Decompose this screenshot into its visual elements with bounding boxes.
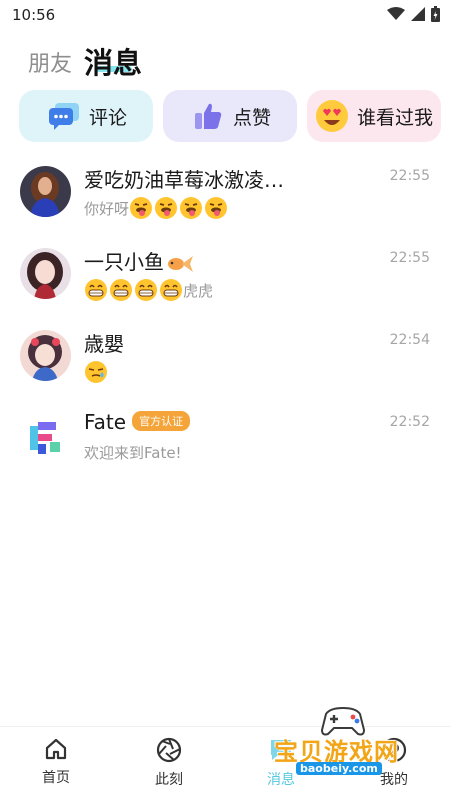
message-time: 22:54 — [389, 332, 430, 348]
like-label: 点赞 — [233, 106, 272, 129]
list-item[interactable]: 爱吃奶油草莓冰激凌… 22:55 你好呀 — [0, 154, 450, 236]
emoji-row — [84, 360, 108, 384]
thumbs-up-icon — [191, 99, 225, 133]
verified-badge: 官方认证 — [132, 410, 191, 431]
who-viewed-me-button[interactable]: 谁看过我 — [307, 90, 441, 142]
battery-icon — [431, 6, 440, 22]
like-button[interactable]: 点赞 — [163, 90, 297, 142]
who-viewed-me-label: 谁看过我 — [357, 106, 434, 129]
avatar[interactable] — [20, 330, 71, 381]
watermark: 宝贝游戏网 baobeiy.com — [270, 700, 420, 790]
wifi-icon — [387, 7, 405, 20]
header: 朋友 消息 — [0, 36, 450, 86]
nav-moment[interactable]: 此刻 — [139, 737, 199, 789]
nav-home-label: 首页 — [42, 770, 70, 786]
contact-name: 歳嬰 — [84, 332, 124, 356]
list-item[interactable]: Fate 官方认证 22:52 欢迎来到Fate! — [0, 400, 450, 482]
list-item[interactable]: 一只小鱼 22:55 虎虎 — [0, 236, 450, 318]
tongue-emoji-icon — [180, 197, 203, 219]
message-time: 22:55 — [389, 168, 430, 184]
status-time: 10:56 — [12, 6, 56, 24]
grin-emoji-icon — [110, 279, 132, 301]
comment-button[interactable]: 评论 — [19, 90, 153, 142]
status-icons — [387, 6, 440, 22]
grin-emoji-icon — [85, 279, 107, 301]
tab-messages[interactable]: 消息 — [84, 40, 142, 82]
grin-emoji-icon — [160, 279, 182, 301]
nav-home[interactable]: 首页 — [26, 737, 86, 787]
tongue-emoji-icon — [205, 197, 228, 219]
avatar[interactable] — [20, 166, 71, 217]
contact-name: Fate 官方认证 — [84, 410, 191, 434]
contact-name: 爱吃奶油草莓冰激凌… — [84, 168, 284, 192]
watermark-url: baobeiy.com — [296, 762, 382, 775]
tongue-emoji-icon — [155, 197, 178, 219]
aperture-icon — [156, 737, 182, 763]
message-time: 22:52 — [389, 414, 430, 430]
message-preview: 欢迎来到Fate! — [84, 442, 182, 463]
list-item[interactable]: 歳嬰 22:54 — [0, 318, 450, 400]
emoji-row — [129, 196, 228, 220]
heart-eyes-emoji-icon — [315, 99, 349, 133]
home-icon — [45, 738, 67, 760]
comment-bubble-icon — [47, 99, 81, 133]
message-preview: 你好呀 — [84, 196, 228, 220]
status-bar: 10:56 — [0, 0, 450, 30]
fate-logo-avatar[interactable] — [20, 412, 71, 463]
tongue-emoji-icon — [130, 197, 153, 219]
message-preview — [84, 360, 108, 384]
preview-text: 虎虎 — [183, 281, 214, 300]
preview-text: 你好呀 — [84, 199, 130, 218]
grin-emoji-icon — [135, 279, 157, 301]
tab-friends[interactable]: 朋友 — [28, 46, 72, 78]
preview-text: 欢迎来到Fate! — [84, 444, 182, 462]
contact-name: 一只小鱼 — [84, 246, 194, 275]
nav-moment-label: 此刻 — [155, 772, 183, 788]
signal-icon — [411, 7, 425, 21]
message-preview: 虎虎 — [84, 278, 213, 302]
avatar[interactable] — [20, 248, 71, 299]
message-time: 22:55 — [389, 250, 430, 266]
emoji-row — [84, 278, 183, 302]
comment-label: 评论 — [89, 106, 128, 129]
sleepy-emoji-icon — [85, 361, 107, 383]
goldfish-icon — [168, 255, 193, 272]
quick-actions: 评论 点赞 谁看过我 — [19, 90, 441, 142]
